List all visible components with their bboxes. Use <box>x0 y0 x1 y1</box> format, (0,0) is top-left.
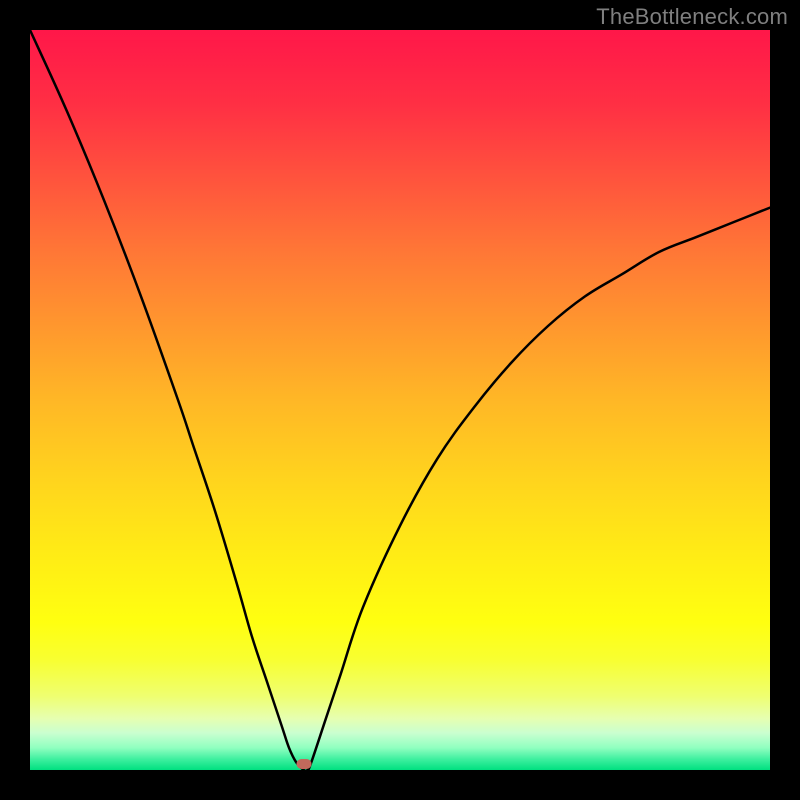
chart-frame: TheBottleneck.com <box>0 0 800 800</box>
optimal-point-marker <box>296 759 311 769</box>
background-gradient <box>30 30 770 770</box>
plot-area <box>30 30 770 770</box>
watermark-text: TheBottleneck.com <box>596 4 788 30</box>
